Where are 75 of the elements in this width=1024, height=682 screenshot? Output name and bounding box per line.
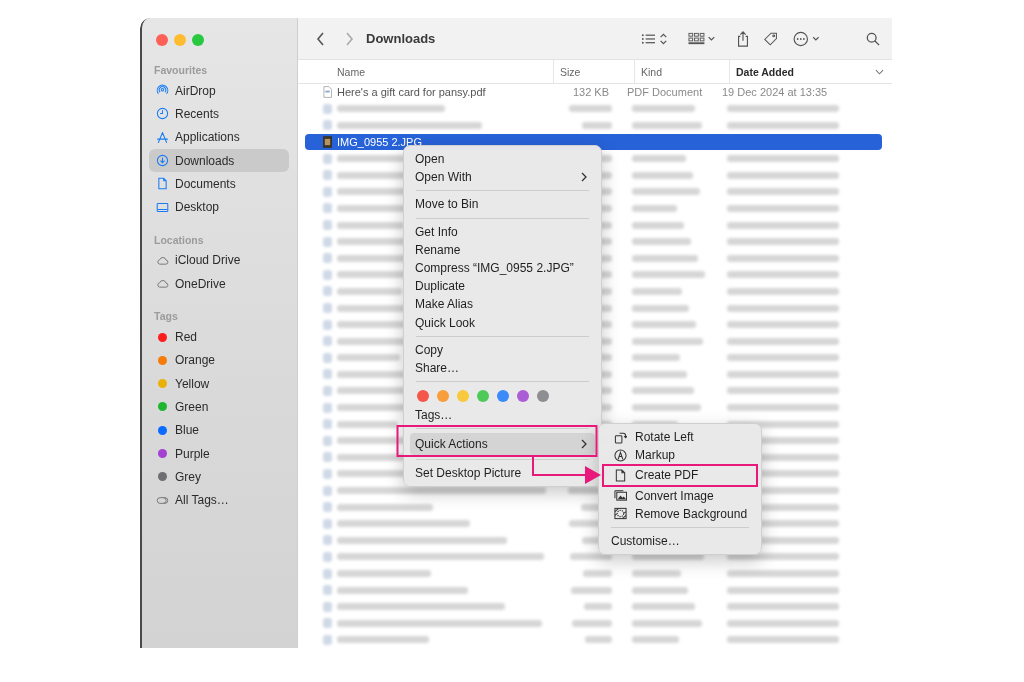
clock-icon bbox=[156, 107, 169, 121]
tag-color-dot[interactable] bbox=[457, 390, 469, 403]
tag-color-dot[interactable] bbox=[417, 390, 429, 403]
menu-item[interactable]: Remove Background bbox=[605, 504, 755, 523]
share-icon[interactable] bbox=[736, 30, 750, 47]
tag-color-dot[interactable] bbox=[537, 390, 549, 403]
sidebar-item[interactable]: Red bbox=[149, 325, 289, 349]
apps-icon bbox=[156, 130, 169, 144]
rotate-icon bbox=[614, 430, 627, 444]
close-button[interactable] bbox=[156, 33, 168, 46]
pdf-file-icon bbox=[323, 86, 332, 99]
tag-color-dot[interactable] bbox=[437, 390, 449, 403]
list-view-icon[interactable] bbox=[640, 30, 670, 47]
menu-item[interactable]: Open bbox=[410, 150, 595, 169]
photos-icon bbox=[614, 489, 627, 503]
sidebar-item[interactable]: Downloads bbox=[149, 148, 289, 173]
download-icon bbox=[156, 154, 169, 168]
menu-item[interactable]: Compress “IMG_0955 2.JPG” bbox=[410, 258, 595, 278]
sidebar-item[interactable]: Documents bbox=[149, 172, 289, 196]
column-heading[interactable]: Date Added bbox=[729, 60, 869, 83]
more-icon[interactable] bbox=[792, 30, 822, 47]
menu-item[interactable]: Quick Actions bbox=[410, 433, 595, 456]
sidebar-item[interactable]: OneDrive bbox=[149, 272, 289, 296]
desktop-icon bbox=[156, 200, 169, 214]
menu-item[interactable]: Tags… bbox=[410, 406, 595, 425]
column-heading[interactable]: Kind bbox=[634, 60, 729, 83]
menu-item[interactable]: Quick Look bbox=[410, 313, 595, 332]
sidebar-item[interactable]: Yellow bbox=[149, 371, 289, 396]
menu-item[interactable]: Customise… bbox=[605, 531, 755, 551]
sidebar-item[interactable]: iCloud Drive bbox=[149, 248, 289, 273]
menu-item[interactable]: Create PDF bbox=[602, 464, 758, 487]
cloud-icon bbox=[156, 277, 169, 291]
search-icon[interactable] bbox=[866, 30, 880, 47]
sidebar-item[interactable]: Desktop bbox=[149, 195, 289, 219]
menu-item[interactable]: Markup bbox=[605, 446, 755, 465]
document-icon bbox=[614, 468, 627, 482]
menu-item[interactable]: Convert Image bbox=[605, 486, 755, 505]
tag-color-dot[interactable] bbox=[477, 390, 489, 403]
image-thumbnail-icon bbox=[323, 136, 332, 149]
sidebar-item[interactable]: Blue bbox=[149, 418, 289, 442]
menu-item[interactable]: Move to Bin bbox=[410, 195, 595, 214]
sidebar-item[interactable]: AirDrop bbox=[149, 79, 289, 103]
menu-item[interactable]: Share… bbox=[410, 358, 595, 378]
cutout-icon bbox=[614, 507, 627, 521]
menu-item[interactable]: Duplicate bbox=[410, 277, 595, 296]
pen-circle-icon bbox=[614, 448, 627, 462]
menu-item[interactable]: Set Desktop Picture bbox=[410, 464, 595, 483]
menu-item[interactable]: Make Alias bbox=[410, 295, 595, 314]
tag-icon[interactable] bbox=[764, 30, 778, 47]
tag-color-dot[interactable] bbox=[497, 390, 509, 403]
window-title: Downloads bbox=[366, 31, 436, 46]
sidebar-item[interactable]: Recents bbox=[149, 102, 289, 126]
document-icon bbox=[156, 177, 169, 191]
zoom-button[interactable] bbox=[192, 33, 204, 46]
section-heading: Locations bbox=[153, 232, 205, 248]
file-row[interactable]: Here's a gift card for pansy.pdf 132 KB PDF Document 19 Dec 2024 at 13:35 bbox=[305, 84, 882, 101]
menu-item[interactable]: Copy bbox=[410, 340, 595, 359]
column-heading[interactable]: Name bbox=[298, 60, 553, 83]
section-heading: Favourites bbox=[153, 63, 209, 78]
sidebar-item[interactable]: Orange bbox=[149, 348, 289, 372]
column-heading[interactable]: Size bbox=[553, 60, 634, 83]
sidebar-item[interactable]: All Tags… bbox=[149, 488, 289, 512]
sort-chevron-icon[interactable] bbox=[875, 68, 884, 75]
sidebar-item[interactable]: Green bbox=[149, 395, 289, 419]
sidebar-item[interactable]: Purple bbox=[149, 441, 289, 466]
menu-item[interactable]: Rotate Left bbox=[605, 428, 755, 447]
menu-item[interactable]: Open With bbox=[410, 168, 595, 187]
pointer-arrow bbox=[532, 456, 601, 484]
menu-item[interactable]: Rename bbox=[410, 240, 595, 259]
sidebar-item[interactable]: Grey bbox=[149, 465, 289, 489]
sidebar-item[interactable]: Applications bbox=[149, 125, 289, 149]
section-heading: Tags bbox=[153, 309, 179, 325]
tag-color-dot[interactable] bbox=[517, 390, 529, 403]
menu-item[interactable]: Get Info bbox=[410, 222, 595, 241]
grid-view-icon[interactable] bbox=[688, 30, 718, 47]
